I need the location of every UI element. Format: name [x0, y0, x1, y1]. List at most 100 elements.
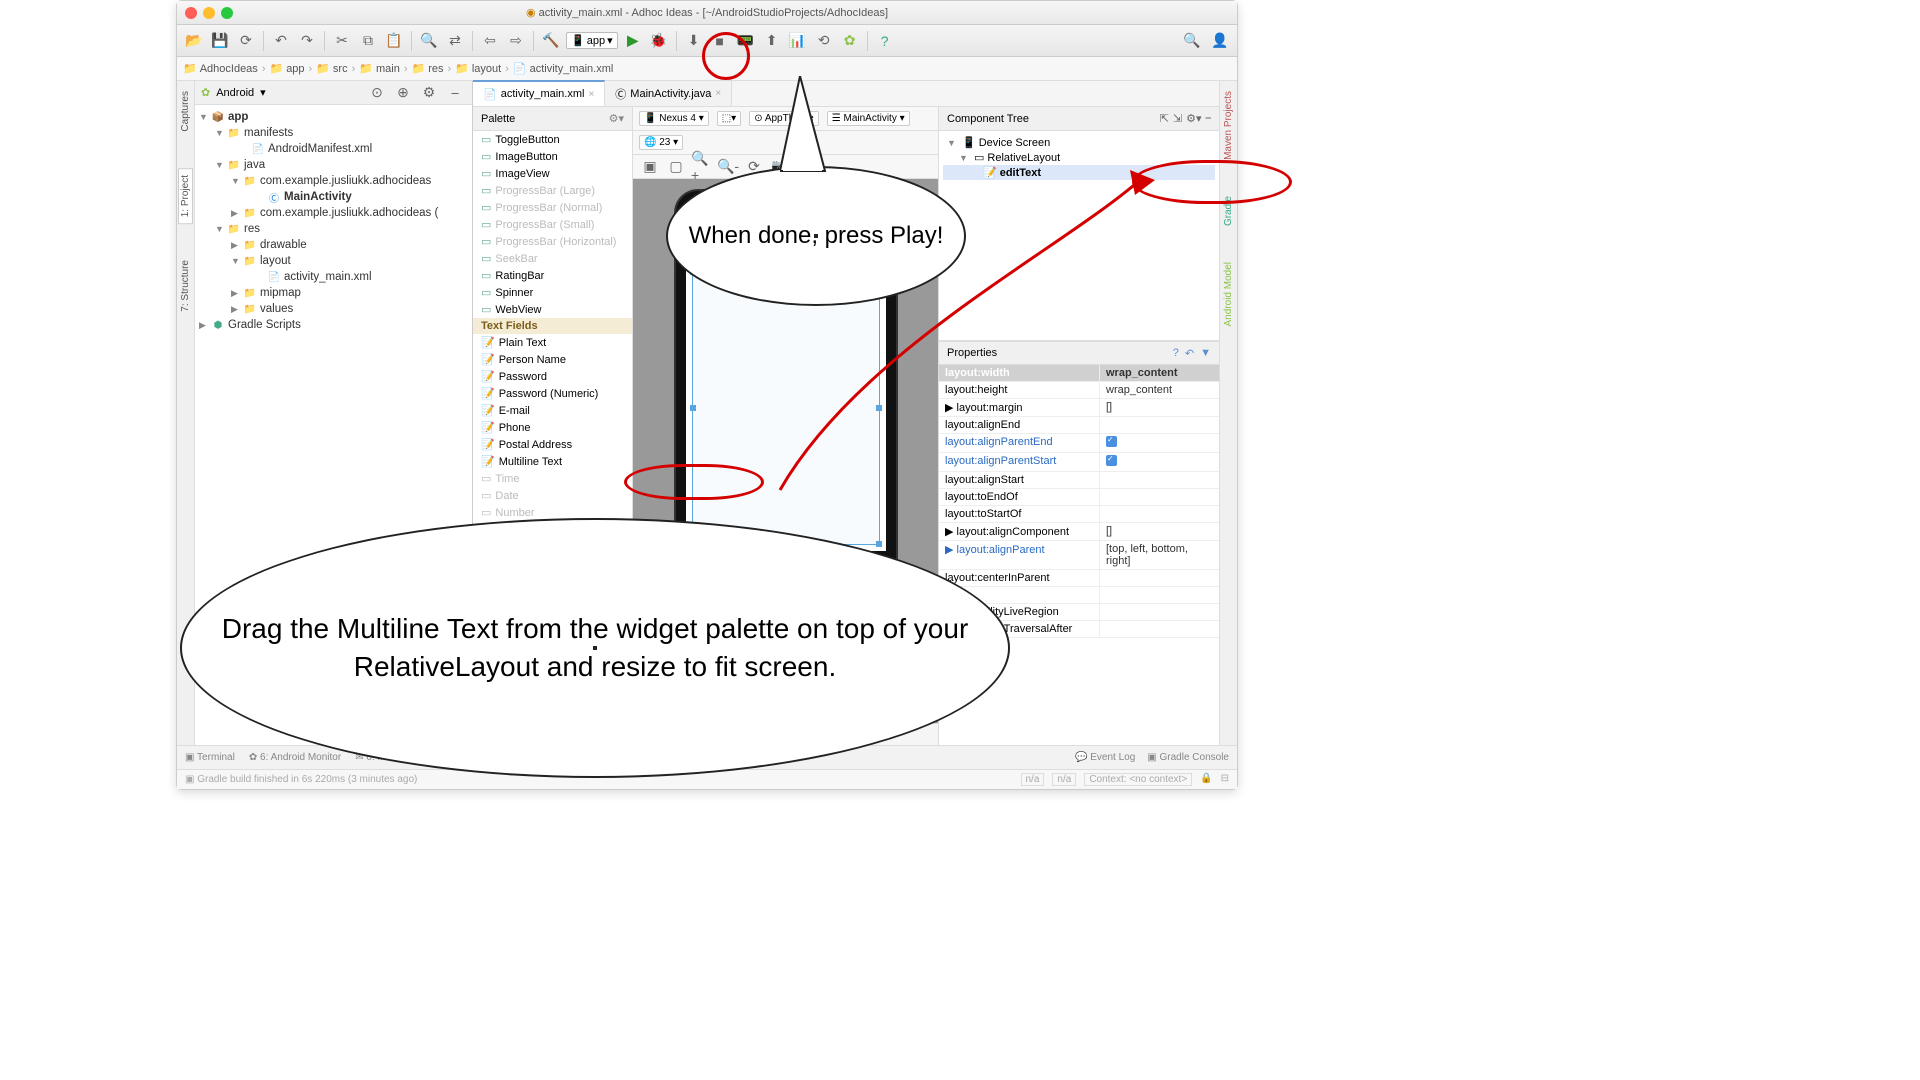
help-icon[interactable]: ?	[874, 30, 896, 52]
bc-layout[interactable]: 📁 layout	[455, 62, 501, 75]
bc-file[interactable]: 📄 activity_main.xml	[513, 62, 613, 75]
zoom-in-icon[interactable]: 🔍+	[691, 156, 713, 178]
side-tab-structure[interactable]: 7: Structure	[179, 254, 192, 318]
zoom-fit-icon[interactable]: ▣	[639, 156, 661, 178]
property-row[interactable]: layout:widthwrap_content	[939, 365, 1219, 382]
palette-item-postal-address[interactable]: 📝 Postal Address	[473, 436, 632, 453]
palette-item[interactable]: ▭ ProgressBar (Horizontal)	[473, 233, 632, 250]
zoom-out-icon[interactable]: 🔍-	[717, 156, 739, 178]
gear-icon[interactable]: ⚙▾	[609, 112, 624, 125]
palette-item-plain-text[interactable]: 📝 Plain Text	[473, 334, 632, 351]
palette-item[interactable]: ▭ ImageView	[473, 165, 632, 182]
replace-icon[interactable]: ⇄	[444, 30, 466, 52]
property-row[interactable]: layout:heightwrap_content	[939, 382, 1219, 399]
avd-icon[interactable]: 📟	[735, 30, 757, 52]
side-tab-maven[interactable]: Maven Projects	[1222, 85, 1235, 166]
stop-icon[interactable]: ■	[709, 30, 731, 52]
run-button[interactable]: ▶	[622, 30, 644, 52]
sync-icon[interactable]: ⟲	[813, 30, 835, 52]
selected-edittext[interactable]	[692, 271, 880, 545]
paste-icon[interactable]: 📋	[383, 30, 405, 52]
palette-item[interactable]: ▭ ToggleButton	[473, 131, 632, 148]
palette-item-person-name[interactable]: 📝 Person Name	[473, 351, 632, 368]
activity-dropdown[interactable]: ☰ MainActivity ▾	[827, 111, 910, 126]
property-row[interactable]: layout:alignStart	[939, 472, 1219, 489]
refresh-icon[interactable]: ⟳	[235, 30, 257, 52]
palette-item[interactable]: ▭ RatingBar	[473, 267, 632, 284]
property-row[interactable]: layout:centerInParent	[939, 570, 1219, 587]
palette-item-multiline-text[interactable]: 📝 Multiline Text	[473, 453, 632, 470]
hide-icon[interactable]: ⎯	[1206, 112, 1212, 125]
filter-icon[interactable]: ▼	[1200, 347, 1211, 360]
help-icon[interactable]: ?	[1173, 347, 1179, 360]
forward-icon[interactable]: ⇨	[505, 30, 527, 52]
debug-button[interactable]: 🐞	[648, 30, 670, 52]
bc-res[interactable]: 📁 res	[411, 62, 443, 75]
property-row[interactable]: layout:alignEnd	[939, 417, 1219, 434]
palette-item[interactable]: ▭ Date	[473, 487, 632, 504]
bottom-tab-android-monitor[interactable]: ✿ 6: Android Monitor	[249, 752, 341, 763]
side-tab-captures[interactable]: Captures	[179, 85, 192, 138]
theme-dropdown[interactable]: ⊙ AppTheme	[749, 111, 819, 126]
bottom-tab-gradle-console[interactable]: ▣ Gradle Console	[1147, 752, 1229, 763]
device-dropdown[interactable]: 📱 Nexus 4 ▾	[639, 111, 709, 126]
zoom-actual-icon[interactable]: ▢	[665, 156, 687, 178]
android-icon[interactable]: ✿	[839, 30, 861, 52]
property-row[interactable]: layout:toStartOf	[939, 506, 1219, 523]
expand-icon[interactable]: ⇱	[1160, 112, 1169, 125]
window-controls[interactable]	[185, 7, 233, 19]
redo-icon[interactable]: ↷	[296, 30, 318, 52]
copy-icon[interactable]: ⧉	[357, 30, 379, 52]
side-tab-gradle[interactable]: Gradle	[1222, 190, 1235, 232]
bottom-tab-eventlog[interactable]: 💬 Event Log	[1075, 752, 1135, 763]
property-row[interactable]: layout:alignParentEnd	[939, 434, 1219, 453]
undo-icon[interactable]: ↶	[270, 30, 292, 52]
bc-src[interactable]: 📁 src	[316, 62, 347, 75]
zoom-window-icon[interactable]	[221, 7, 233, 19]
palette-item[interactable]: ▭ SeekBar	[473, 250, 632, 267]
sdk-icon[interactable]: ⬆	[761, 30, 783, 52]
close-window-icon[interactable]	[185, 7, 197, 19]
hide-icon[interactable]: ⎯	[444, 82, 466, 104]
editor-tab-activity[interactable]: Ⓒ MainActivity.java ×	[605, 81, 732, 106]
build-icon[interactable]: 🔨	[540, 30, 562, 52]
palette-item-password[interactable]: 📝 Password	[473, 368, 632, 385]
editor-tab-layout[interactable]: 📄 activity_main.xml ×	[473, 80, 605, 106]
open-icon[interactable]: 📂	[183, 30, 205, 52]
save-icon[interactable]: 💾	[209, 30, 231, 52]
cut-icon[interactable]: ✂	[331, 30, 353, 52]
gear-icon[interactable]: ⚙▾	[1186, 112, 1201, 125]
property-row[interactable]: ▶ layout:alignParent[top, left, bottom, …	[939, 541, 1219, 570]
side-tab-android-model[interactable]: Android Model	[1222, 256, 1235, 332]
palette-item[interactable]: ▭ ImageButton	[473, 148, 632, 165]
palette-item-e-mail[interactable]: 📝 E-mail	[473, 402, 632, 419]
property-row[interactable]: ▶ layout:alignComponent[]	[939, 523, 1219, 541]
close-icon[interactable]: ×	[588, 89, 594, 100]
palette-item[interactable]: ▭ Time	[473, 470, 632, 487]
bc-project[interactable]: 📁 AdhocIdeas	[183, 62, 258, 75]
palette-item[interactable]: ▭ Spinner	[473, 284, 632, 301]
run-config-dropdown[interactable]: 📱 app ▾	[566, 32, 618, 49]
collapse-icon[interactable]: ⇲	[1173, 112, 1182, 125]
restore-icon[interactable]: ↶	[1185, 347, 1194, 360]
close-icon[interactable]: ×	[715, 88, 721, 99]
search-everywhere-icon[interactable]: 🔍	[1181, 30, 1203, 52]
palette-item[interactable]: ▭ ProgressBar (Normal)	[473, 199, 632, 216]
palette-item[interactable]: ▭ ProgressBar (Large)	[473, 182, 632, 199]
orientation-dropdown[interactable]: ⬚▾	[717, 111, 741, 126]
user-icon[interactable]: 👤	[1209, 30, 1231, 52]
side-tab-project[interactable]: 1: Project	[178, 168, 193, 224]
property-row[interactable]: ▶ layout:margin[]	[939, 399, 1219, 417]
property-row[interactable]: layout:toEndOf	[939, 489, 1219, 506]
bc-main[interactable]: 📁 main	[359, 62, 400, 75]
collapse-icon[interactable]: ⊙	[366, 82, 388, 104]
palette-item-password-numeric-[interactable]: 📝 Password (Numeric)	[473, 385, 632, 402]
settings-icon[interactable]: ⚙	[418, 82, 440, 104]
component-tree[interactable]: ▼📱 Device Screen ▼▭ RelativeLayout 📝 edi…	[939, 131, 1219, 341]
monitor-icon[interactable]: 📊	[787, 30, 809, 52]
palette-item[interactable]: ▭ ProgressBar (Small)	[473, 216, 632, 233]
minimize-window-icon[interactable]	[203, 7, 215, 19]
palette-item[interactable]: ▭ WebView	[473, 301, 632, 318]
bottom-tab-terminal[interactable]: ▣ Terminal	[185, 752, 235, 763]
find-icon[interactable]: 🔍	[418, 30, 440, 52]
